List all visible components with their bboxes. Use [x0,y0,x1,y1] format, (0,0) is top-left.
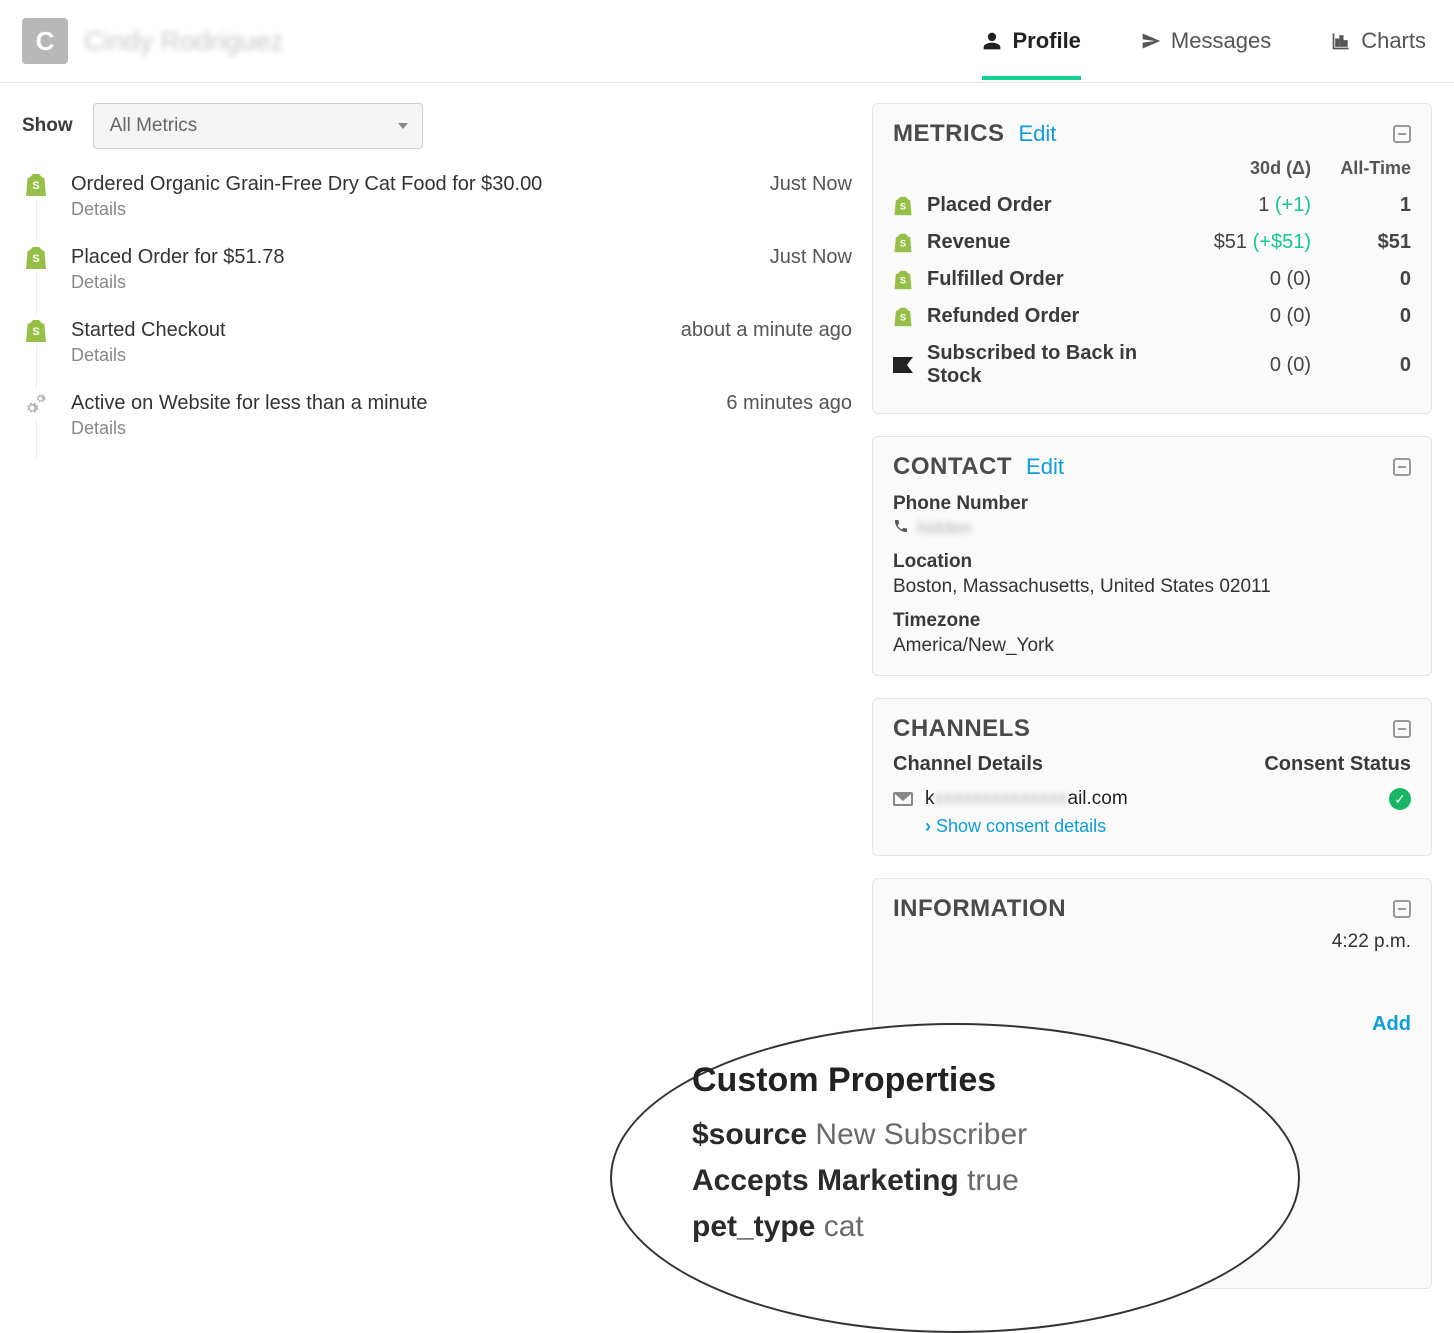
shopify-icon [22,317,50,345]
timeline-time: about a minute ago [681,319,852,342]
tab-charts-label: Charts [1361,28,1426,54]
profile-identity: C Cindy Rodriguez [22,18,284,64]
shopify-icon [893,232,917,254]
timeline-title: Ordered Organic Grain-Free Dry Cat Food … [71,173,542,196]
timeline-time: Just Now [770,246,852,269]
show-label: Show [22,115,73,137]
metrics-filter: Show All Metrics [22,103,852,149]
timeline-item: Placed Order for $51.78 Just Now Details [37,240,852,313]
metric-row: Placed Order1 (+1)1 [893,187,1411,224]
channel-details-label: Channel Details [893,753,1043,776]
flag-icon [893,357,917,373]
location-label: Location [893,551,1411,573]
metric-name: Placed Order [927,194,1181,217]
shopify-icon [893,269,917,291]
tab-messages-label: Messages [1171,28,1271,54]
collapse-icon[interactable] [1393,125,1411,143]
gears-icon [22,390,50,418]
timeline-item: Ordered Organic Grain-Free Dry Cat Food … [37,167,852,240]
location-value: Boston, Massachusetts, United States 020… [893,576,1411,598]
custom-properties-callout: Custom Properties $source New Subscriber… [610,1023,1300,1333]
collapse-icon[interactable] [1393,458,1411,476]
tab-profile[interactable]: Profile [982,28,1080,80]
shopify-icon [893,306,917,328]
metrics-card: METRICS Edit 30d (Δ) All-Time Placed Ord… [872,103,1432,414]
contact-card: CONTACT Edit Phone Number hidden Locatio… [872,436,1432,676]
timeline-details-link[interactable]: Details [71,418,852,439]
metric-row: Refunded Order0 (0)0 [893,298,1411,335]
timeline-details-link[interactable]: Details [71,345,852,366]
metric-name: Subscribed to Back in Stock [927,342,1181,388]
callout-row: pet_type cat [692,1210,1238,1244]
email-value: kxxxxxxxxxxxxxxail.com [925,788,1128,810]
channel-row-email: kxxxxxxxxxxxxxxail.com ✓ [893,788,1411,810]
col-all-time: All-Time [1311,158,1411,179]
nav-tabs: Profile Messages Charts [982,28,1426,54]
metric-30d: 0 (0) [1181,305,1311,328]
contact-edit-link[interactable]: Edit [1026,454,1064,480]
tab-charts[interactable]: Charts [1331,28,1426,54]
collapse-icon[interactable] [1393,720,1411,738]
metric-row: Revenue$51 (+$51)$51 [893,224,1411,261]
metric-name: Revenue [927,231,1181,254]
metric-all-time: 0 [1311,268,1411,291]
phone-label: Phone Number [893,493,1411,515]
metric-30d: $51 (+$51) [1181,231,1311,254]
channels-card: CHANNELS Channel Details Consent Status … [872,698,1432,856]
contact-title: CONTACT [893,453,1012,481]
metric-30d: 0 (0) [1181,268,1311,291]
tab-profile-label: Profile [1012,28,1080,54]
bar-chart-icon [1331,31,1351,51]
shopify-icon [893,195,917,217]
avatar: C [22,18,68,64]
timeline-time: 6 minutes ago [726,392,852,415]
info-time: 4:22 p.m. [893,931,1411,953]
timeline-item: Active on Website for less than a minute… [37,386,852,459]
information-title: INFORMATION [893,895,1066,923]
metric-name: Refunded Order [927,305,1181,328]
metric-all-time: 0 [1311,354,1411,377]
metric-name: Fulfilled Order [927,268,1181,291]
metric-all-time: 0 [1311,305,1411,328]
timezone-value: America/New_York [893,635,1411,657]
metric-row: Subscribed to Back in Stock0 (0)0 [893,335,1411,395]
callout-row: Accepts Marketing true [692,1164,1238,1198]
timeline-time: Just Now [770,173,852,196]
envelope-icon [893,792,913,806]
metric-30d: 1 (+1) [1181,194,1311,217]
consent-status-label: Consent Status [1264,753,1411,776]
metrics-select[interactable]: All Metrics [93,103,423,149]
timezone-label: Timezone [893,610,1411,632]
phone-value: hidden [917,518,971,539]
paper-plane-icon [1141,31,1161,51]
timeline-details-link[interactable]: Details [71,272,852,293]
metrics-title: METRICS [893,120,1005,148]
user-icon [982,31,1002,51]
col-30d: 30d (Δ) [1181,158,1311,179]
metric-all-time: $51 [1311,231,1411,254]
shopify-icon [22,171,50,199]
show-consent-link[interactable]: › Show consent details [925,816,1411,837]
timeline-title: Active on Website for less than a minute [71,392,427,415]
tab-messages[interactable]: Messages [1141,28,1271,54]
timeline-item: Started Checkout about a minute ago Deta… [37,313,852,386]
add-link[interactable]: Add [1372,1013,1411,1036]
timeline-details-link[interactable]: Details [71,199,852,220]
metric-30d: 0 (0) [1181,354,1311,377]
check-circle-icon: ✓ [1389,788,1411,810]
metrics-edit-link[interactable]: Edit [1019,121,1057,147]
callout-row: $source New Subscriber [692,1118,1238,1152]
shopify-icon [22,244,50,272]
collapse-icon[interactable] [1393,900,1411,918]
metric-row: Fulfilled Order0 (0)0 [893,261,1411,298]
top-nav: C Cindy Rodriguez Profile Messages Chart… [0,0,1454,83]
metric-all-time: 1 [1311,194,1411,217]
activity-timeline: Ordered Organic Grain-Free Dry Cat Food … [36,167,852,459]
timeline-title: Placed Order for $51.78 [71,246,284,269]
customer-name: Cindy Rodriguez [84,26,284,57]
timeline-title: Started Checkout [71,319,226,342]
channels-title: CHANNELS [893,715,1030,743]
callout-title: Custom Properties [692,1061,1238,1100]
phone-icon [893,518,909,539]
